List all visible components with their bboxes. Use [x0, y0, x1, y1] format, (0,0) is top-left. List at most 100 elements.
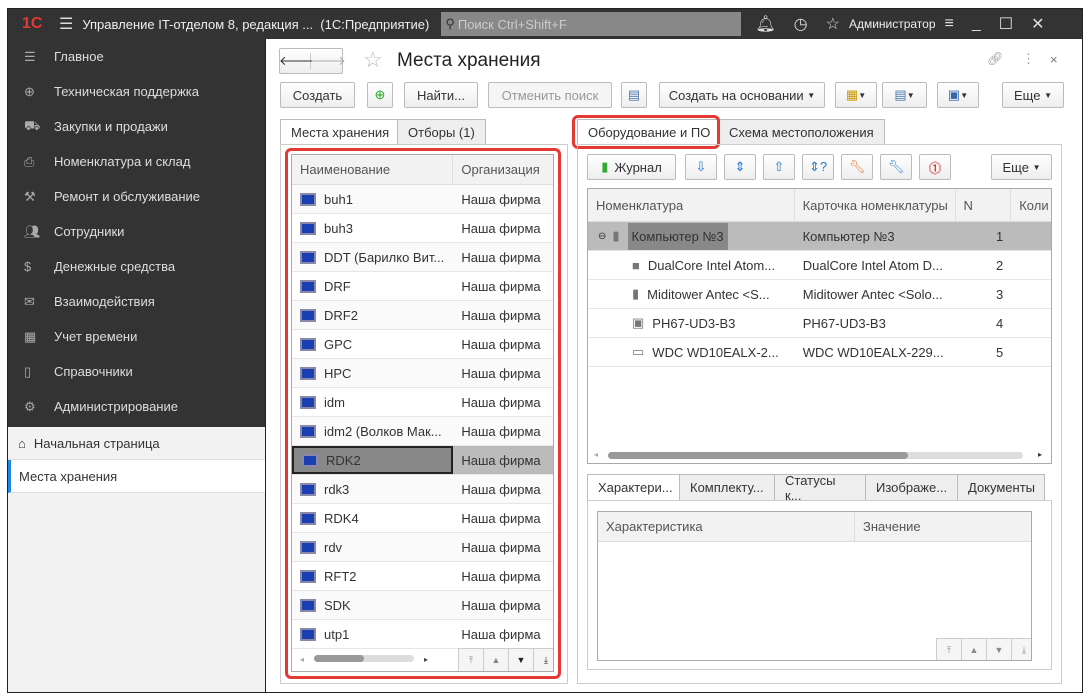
table-row[interactable]: ⊖ ▮ Компьютер №3 Компьютер №3 1	[588, 222, 1051, 251]
search-icon: ⚲	[445, 16, 455, 31]
bottom-tab[interactable]: Характери...	[587, 474, 680, 501]
form-close-icon[interactable]: ×	[1050, 52, 1058, 67]
history-icon[interactable]: ◷	[794, 14, 808, 34]
copy-button[interactable]: ⊕	[367, 82, 393, 108]
arrows-plus-minus-icon: ⇕	[734, 159, 746, 174]
case-icon: ▮	[632, 286, 640, 301]
book-icon: ▯	[24, 363, 32, 379]
sidebar-home[interactable]: ⌂ Начальная страница	[8, 427, 265, 460]
bottom-tab[interactable]: Статусы к...	[774, 473, 866, 503]
journal-icon: ▮	[601, 159, 609, 174]
col-qty[interactable]: Коли	[1011, 189, 1051, 221]
settings-menu-icon[interactable]: ≡	[945, 15, 954, 33]
tab-scheme[interactable]: Схема местоположения	[718, 119, 885, 145]
sidebar-item[interactable]: ▯ Справочники	[8, 354, 265, 389]
table-row[interactable]: ▭ WDC WD10EALX-2... WDC WD10EALX-229... 5	[588, 338, 1051, 367]
first-icon[interactable]: ⤒	[937, 639, 962, 660]
gear-icon: ⚙	[24, 398, 36, 414]
maximize-icon[interactable]: ☐	[999, 14, 1013, 34]
tab-mesta[interactable]: Места хранения	[280, 119, 401, 145]
sidebar-item[interactable]: ▦ Учет времени	[8, 319, 265, 354]
search-input[interactable]: ⚲ Поиск Ctrl+Shift+F	[441, 12, 742, 36]
menu-icon[interactable]: ☰	[59, 14, 73, 34]
characteristics-grid: Характеристика Значение ⤒ ▲ ▼ ⤓	[597, 511, 1032, 661]
h-scrollbar[interactable]	[608, 452, 1023, 459]
table-row[interactable]: ■ DualCore Intel Atom... DualCore Intel At…	[588, 251, 1051, 280]
col-n[interactable]: N	[956, 189, 1012, 221]
col-value[interactable]: Значение	[855, 512, 1025, 541]
last-icon[interactable]: ⤓	[1012, 639, 1031, 660]
sidebar-open-mesta[interactable]: Места хранения	[8, 460, 265, 493]
bottom-tab[interactable]: Документы	[957, 474, 1045, 501]
lifebuoy-icon: ⊕	[24, 83, 35, 99]
alert-button[interactable]: ⓵	[919, 154, 951, 180]
scroll-right[interactable]: ▸	[1038, 450, 1042, 459]
cancel-search-button[interactable]: Отменить поиск	[488, 82, 612, 108]
users-icon: 👥︎	[24, 223, 41, 239]
table-row[interactable]: ▣ PH67-UD3-B3 PH67-UD3-B3 4	[588, 309, 1051, 338]
down-icon[interactable]: ▼	[987, 639, 1012, 660]
remove-up-button[interactable]: ⇧	[763, 154, 795, 180]
nav-buttons: 🡐 🡒	[279, 48, 346, 74]
sidebar-item[interactable]: $ Денежные средства	[8, 249, 265, 284]
arrows-question-icon: ⇕?	[808, 159, 828, 174]
report-icon: ▦	[845, 87, 859, 102]
bell-icon[interactable]: 🔔︎	[755, 14, 775, 34]
sidebar-item[interactable]: ☰ Главное	[8, 39, 265, 74]
link-icon[interactable]: 🔗︎	[987, 51, 1004, 67]
bottom-tab[interactable]: Комплекту...	[679, 474, 775, 501]
col-nomenclature[interactable]: Номенклатура	[588, 189, 795, 221]
more-vert-icon[interactable]: ⋮	[1022, 51, 1035, 67]
minimize-icon[interactable]: _	[972, 15, 981, 33]
back-button[interactable]: 🡐	[279, 53, 314, 69]
col-card[interactable]: Карточка номенклатуры	[795, 189, 956, 221]
sidebar-item[interactable]: ✉ Взаимодействия	[8, 284, 265, 319]
add-doc-icon: ⊕	[374, 87, 386, 102]
col-characteristic[interactable]: Характеристика	[598, 512, 855, 541]
sidebar: ☰ Главное ⊕ Техническая поддержка ⛟ Закупки и…	[8, 39, 266, 692]
plus-minus-button[interactable]: ⇕	[724, 154, 756, 180]
right-more-button[interactable]: Еще ▼	[991, 154, 1052, 180]
list-button[interactable]: ▤	[621, 82, 647, 108]
close-icon[interactable]: ✕	[1031, 14, 1044, 34]
tab-otbory[interactable]: Отборы (1)	[397, 119, 486, 145]
find-button[interactable]: Найти...	[404, 82, 478, 108]
service-button[interactable]: 🔧︎	[880, 154, 912, 180]
table-row[interactable]: ▮ Miditower Antec <S... Miditower Antec <S…	[588, 280, 1051, 309]
report-button[interactable]: ▦ ▼	[835, 82, 877, 108]
forward-button[interactable]: 🡒	[311, 53, 346, 69]
user-name[interactable]: Администратор	[849, 17, 936, 31]
favorite-star-icon[interactable]: ☆	[363, 47, 383, 73]
sidebar-item[interactable]: ⚒ Ремонт и обслуживание	[8, 179, 265, 214]
printer-icon: ⎙	[24, 153, 35, 169]
sidebar-item[interactable]: ⛟ Закупки и продажи	[8, 109, 265, 144]
1c-logo: 1C	[22, 15, 43, 32]
query-button[interactable]: ⇕?	[802, 154, 834, 180]
exchange-button[interactable]: ▣ ▼	[937, 82, 979, 108]
create-button[interactable]: Создать	[280, 82, 355, 108]
collapse-icon[interactable]: ⊖	[598, 231, 606, 242]
repair-button[interactable]: 🔧︎	[841, 154, 873, 180]
wrench-blue-icon: 🔧︎	[887, 159, 905, 174]
exchange-icon: ▣	[947, 87, 961, 102]
sidebar-item[interactable]: 👥︎ Сотрудники	[8, 214, 265, 249]
sidebar-item[interactable]: ⚙ Администрирование	[8, 389, 265, 424]
calendar-icon: ▦	[24, 328, 37, 344]
arrow-down-plus-icon: ⇩	[695, 159, 707, 174]
up-icon[interactable]: ▲	[962, 639, 987, 660]
add-down-button[interactable]: ⇩	[685, 154, 717, 180]
highlight-left	[285, 148, 561, 679]
bottom-tab[interactable]: Изображе...	[865, 474, 958, 501]
scroll-left[interactable]: ◂	[594, 450, 598, 459]
menu-icon: ☰	[24, 48, 36, 64]
print-button[interactable]: ▤ ▼	[882, 82, 927, 108]
more-button[interactable]: Еще ▼	[1002, 82, 1064, 108]
sidebar-item[interactable]: ⎙ Номенклатура и склад	[8, 144, 265, 179]
sidebar-item[interactable]: ⊕ Техническая поддержка	[8, 74, 265, 109]
star-icon[interactable]: ☆	[826, 14, 840, 34]
journal-button[interactable]: ▮ Журнал	[587, 154, 676, 180]
alert-icon: ⓵	[928, 160, 942, 176]
wrench-orange-icon: 🔧︎	[848, 159, 866, 174]
motherboard-icon: ▣	[632, 315, 645, 330]
create-based-button[interactable]: Создать на основании ▼	[659, 82, 825, 108]
